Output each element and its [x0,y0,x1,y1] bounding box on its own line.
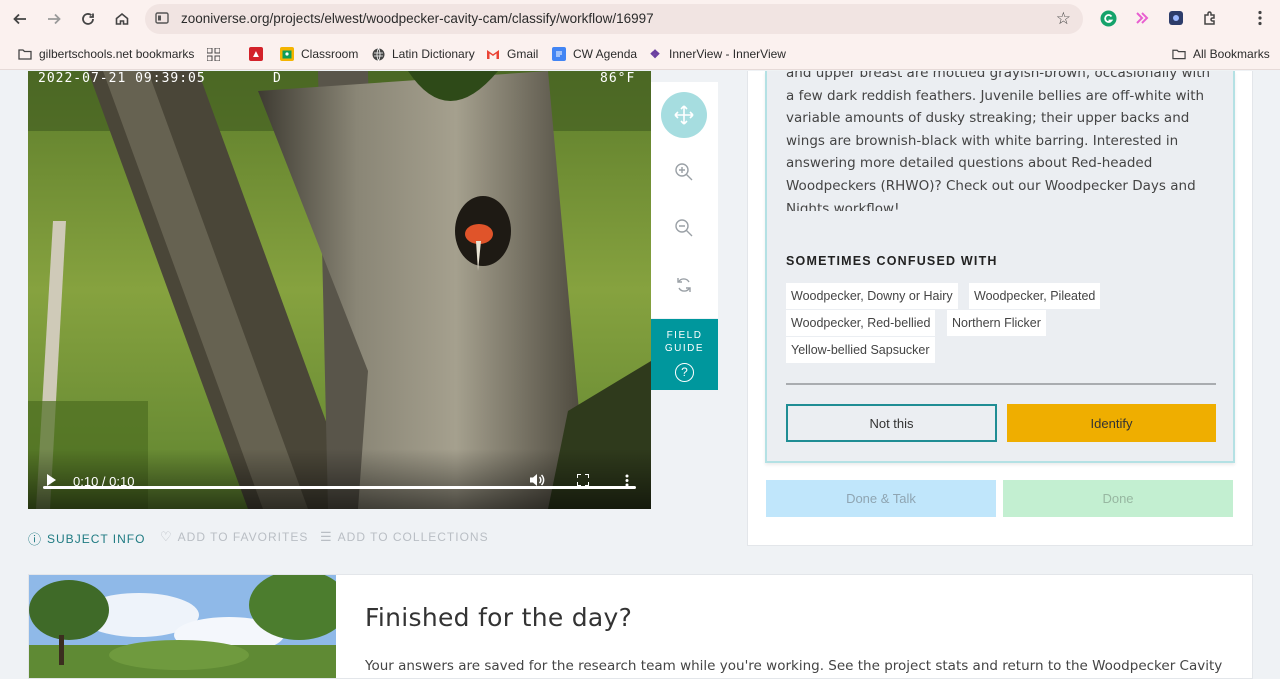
forward-arrow-icon[interactable] [42,7,66,31]
landscape-image [29,575,336,678]
field-guide-label: FIELD GUIDE [651,329,718,355]
pink-extension-icon[interactable] [1133,9,1151,27]
gmail-icon [486,47,500,61]
confused-chip[interactable]: Woodpecker, Pileated [969,283,1101,309]
description-line: and upper breast are mottled grayish-bro… [786,71,1211,81]
add-to-favorites-link[interactable]: ♡ ADD TO FAVORITES [160,529,308,545]
confused-chip[interactable]: Yellow-bellied Sapsucker [786,337,935,363]
woodpecker-cavity-frame [28,71,651,509]
field-guide-label-line1: FIELD [666,330,703,341]
reset-rotate-icon[interactable] [661,262,707,308]
reload-icon[interactable] [76,7,100,31]
bookmark-classroom[interactable]: Classroom [280,45,358,63]
confused-chip[interactable]: Woodpecker, Red-bellied [786,310,936,336]
menu-kebab-icon[interactable] [1251,9,1269,27]
bookmark-label: Gmail [507,47,539,61]
classroom-icon [280,47,294,61]
innerview-icon: ❖ [649,47,661,61]
description-line: a few dark reddish feathers. Juvenile be… [786,87,1205,104]
field-guide-label-line2: GUIDE [664,343,705,354]
zoom-out-icon[interactable] [661,205,707,251]
species-description: and upper breast are mottled grayish-bro… [767,71,1233,211]
address-bar[interactable]: zooniverse.org/projects/elwest/woodpecke… [145,4,1083,34]
folder-icon [18,47,32,61]
globe-icon [371,47,385,61]
bookmark-red-app[interactable]: ▲ [249,45,270,63]
favorites-label: ADD TO FAVORITES [177,530,309,544]
description-line: wings are brownish-black with white barr… [786,132,1179,149]
confused-chip[interactable]: Northern Flicker [947,310,1046,336]
subject-video[interactable]: 2022-07-21 09:39:05 D 86°F 0:10 / 0:10 [28,71,651,509]
all-bookmarks-label: All Bookmarks [1193,47,1270,61]
description-line: answering more detailed questions about … [786,155,1153,172]
bookmark-cw-agenda[interactable]: CW Agenda [552,45,637,63]
apps-grid-icon [206,47,220,61]
url-text[interactable]: zooniverse.org/projects/elwest/woodpecke… [181,11,654,26]
add-to-collections-link[interactable]: ☰ ADD TO COLLECTIONS [320,529,489,545]
home-icon[interactable] [110,7,134,31]
finished-for-day-section: Finished for the day? Your answers are s… [28,574,1253,679]
bookmark-latin-dictionary[interactable]: Latin Dictionary [371,45,475,63]
grammarly-icon[interactable] [1099,9,1117,27]
description-line: variable amounts of dusky streaking; the… [786,110,1190,127]
video-timestamp: 2022-07-21 09:39:05 [38,71,206,86]
done-button[interactable]: Done [1003,480,1233,517]
docs-icon [552,47,566,61]
info-circle-icon: ⓘ [28,532,43,547]
bookmark-label: InnerView - InnerView [669,47,786,61]
collections-label: ADD TO COLLECTIONS [337,530,489,544]
pan-move-icon[interactable] [661,92,707,138]
confused-with-heading: SOMETIMES CONFUSED WITH [786,254,998,268]
video-progress-bar[interactable] [43,486,636,489]
screen-extension-icon[interactable] [1167,9,1185,27]
done-and-talk-button[interactable]: Done & Talk [766,480,996,517]
confused-chip[interactable]: Woodpecker, Downy or Hairy [786,283,958,309]
heart-icon: ♡ [160,529,173,544]
description-line: Nights workflow! [786,200,900,211]
bookmark-label: Classroom [301,47,359,61]
extensions-puzzle-icon[interactable] [1201,9,1219,27]
finished-text: Your answers are saved for the research … [365,658,1223,674]
bookmark-gilbertschools[interactable]: gilbertschools.net bookmarks [18,45,194,63]
all-bookmarks[interactable]: All Bookmarks [1172,45,1270,63]
site-info-icon[interactable] [155,11,169,25]
subject-info-label: SUBJECT INFO [47,531,146,546]
red-app-icon: ▲ [249,47,263,61]
video-temperature: 86°F [600,71,636,86]
description-line: Woodpeckers (RHWO)? Check out our Woodpe… [786,177,1196,194]
bookmark-star-icon[interactable]: ☆ [1056,9,1071,29]
bookmark-apps[interactable] [206,45,227,63]
card-divider [786,383,1216,385]
help-circle-icon: ? [675,363,694,382]
not-this-button[interactable]: Not this [786,404,997,442]
list-icon: ☰ [320,529,333,544]
finished-title: Finished for the day? [365,603,633,632]
bookmark-label: Latin Dictionary [392,47,475,61]
species-detail-card: and upper breast are mottled grayish-bro… [765,71,1235,463]
bookmark-innerview[interactable]: ❖ InnerView - InnerView [648,45,786,63]
folder-icon [1172,47,1186,61]
bookmark-gmail[interactable]: Gmail [486,45,538,63]
bookmarks-bar: gilbertschools.net bookmarks ▲ Classroom… [0,37,1280,98]
identify-button[interactable]: Identify [1007,404,1216,442]
subject-info-link[interactable]: ⓘ SUBJECT INFO [28,529,145,548]
bookmark-label: gilbertschools.net bookmarks [39,47,195,61]
video-controls: 0:10 / 0:10 [28,449,651,509]
zoom-in-icon[interactable] [661,149,707,195]
browser-toolbar: zooniverse.org/projects/elwest/woodpecke… [0,0,1280,37]
field-guide-button[interactable]: FIELD GUIDE ? [651,319,718,390]
back-arrow-icon[interactable] [8,7,32,31]
video-mode: D [273,71,282,86]
image-toolbar [651,82,718,318]
bookmark-label: CW Agenda [573,47,638,61]
